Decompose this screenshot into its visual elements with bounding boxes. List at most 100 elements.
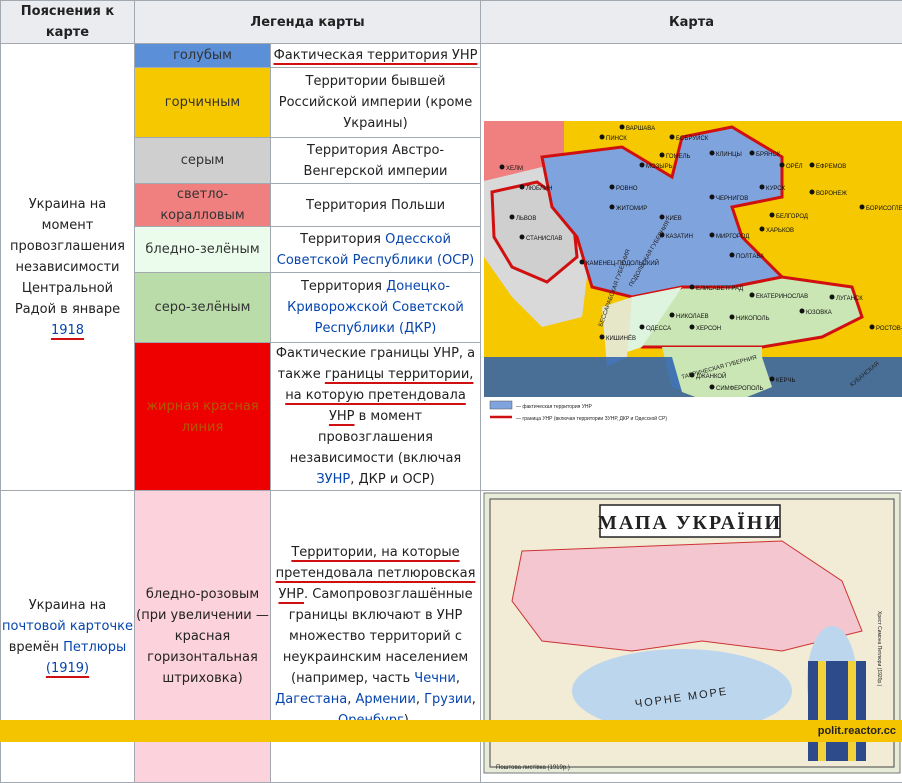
city-dot bbox=[599, 334, 604, 339]
city-dot bbox=[639, 162, 644, 167]
city-dot bbox=[759, 226, 764, 231]
city-dot bbox=[809, 189, 814, 194]
city-dot bbox=[579, 259, 584, 264]
legend-color-blue: голубым bbox=[135, 44, 271, 68]
city-dot bbox=[749, 292, 754, 297]
city-label: ЛЬВОВ bbox=[516, 216, 536, 222]
city-label: ПИНСК bbox=[606, 136, 627, 142]
legend-color-grey: серым bbox=[135, 138, 271, 184]
year-1919-link[interactable]: (1919) bbox=[46, 661, 89, 676]
city-label: ЮЗОВКА bbox=[806, 310, 832, 316]
city-dot bbox=[799, 308, 804, 313]
city-dot bbox=[769, 376, 774, 381]
city-dot bbox=[639, 324, 644, 329]
header-legend: Легенда карты bbox=[135, 1, 481, 44]
city-dot bbox=[709, 150, 714, 155]
city-dot bbox=[709, 232, 714, 237]
city-dot bbox=[769, 212, 774, 217]
city-dot bbox=[609, 204, 614, 209]
city-label: МОЗЫРЬ bbox=[646, 164, 673, 170]
legend-desc-grey: Территория Австро-Венгерской империи bbox=[271, 138, 481, 184]
explanation-1918: Украина на момент провозглашения независ… bbox=[1, 44, 135, 491]
city-dot bbox=[509, 214, 514, 219]
city-label: РОСТОВ-НА-ДОНУ bbox=[876, 326, 902, 332]
legend-color-mustard: горчичным bbox=[135, 68, 271, 138]
city-dot bbox=[779, 162, 784, 167]
city-dot bbox=[659, 214, 664, 219]
city-label: КИШИНЁВ bbox=[606, 335, 636, 342]
city-label: ПОЛТАВА bbox=[736, 254, 764, 260]
armenia-link[interactable]: Армении bbox=[355, 692, 415, 707]
legend-color-coral: светло-коралловым bbox=[135, 184, 271, 227]
city-label: КЕРЧЬ bbox=[776, 378, 795, 384]
city-dot bbox=[619, 124, 624, 129]
map-legend-2: — граница УНР (включая территории ЗУНР, … bbox=[516, 415, 667, 422]
city-dot bbox=[829, 294, 834, 299]
chechnya-link[interactable]: Чечни bbox=[414, 671, 456, 686]
legend-desc-mustard: Территории бывшей Российской империи (кр… bbox=[271, 68, 481, 138]
legend-desc-palegreen: Территория Одесской Советской Республики… bbox=[271, 227, 481, 273]
postcard-link[interactable]: почтовой карточке bbox=[2, 619, 133, 634]
watermark: polit.reactor.cc bbox=[0, 720, 902, 742]
legend-color-greygreen: серо-зелёным bbox=[135, 273, 271, 343]
city-label: КАЗАТИН bbox=[666, 234, 693, 240]
map-legend-1: — фактическая территория УНР bbox=[516, 404, 593, 410]
city-dot bbox=[709, 384, 714, 389]
legend-table: Пояснения к карте Легенда карты Карта Ук… bbox=[0, 0, 902, 783]
city-label: БРЯНСК bbox=[756, 152, 781, 158]
city-label: ГОМЕЛЬ bbox=[666, 154, 691, 160]
city-label: КЛИНЦЫ bbox=[716, 152, 742, 158]
city-dot bbox=[809, 162, 814, 167]
petliura-link[interactable]: Петлюры bbox=[63, 640, 126, 655]
legend-color-redline: жирная красная линия bbox=[135, 343, 271, 491]
city-label: СИМФЕРОПОЛЬ bbox=[716, 386, 764, 392]
year-1918-link[interactable]: 1918 bbox=[51, 323, 84, 338]
city-dot bbox=[759, 184, 764, 189]
city-dot bbox=[659, 152, 664, 157]
map-1919-title: МАПА УКРАЇНИ bbox=[598, 511, 782, 534]
legend-desc-redline: Фактические границы УНР, а также границы… bbox=[271, 343, 481, 491]
header-map: Карта bbox=[481, 1, 902, 44]
legend-desc-blue: Фактическая территория УНР bbox=[271, 44, 481, 68]
city-dot bbox=[499, 164, 504, 169]
header-row: Пояснения к карте Легенда карты Карта bbox=[1, 1, 902, 44]
dagestan-link[interactable]: Дагестана bbox=[275, 692, 347, 707]
legend-desc-coral: Территория Польши bbox=[271, 184, 481, 227]
city-label: ВОРОНЕЖ bbox=[816, 191, 847, 197]
city-dot bbox=[859, 204, 864, 209]
city-dot bbox=[729, 314, 734, 319]
city-label: ЕКАТЕРИНОСЛАВ bbox=[756, 294, 808, 300]
city-dot bbox=[609, 184, 614, 189]
city-dot bbox=[689, 284, 694, 289]
city-dot bbox=[729, 252, 734, 257]
city-label: КИЕВ bbox=[666, 216, 682, 222]
city-label: ЛУГАНСК bbox=[836, 296, 863, 302]
city-label: ЖИТОМИР bbox=[616, 206, 647, 212]
city-dot bbox=[669, 312, 674, 317]
city-label: БЕЛГОРОД bbox=[776, 214, 808, 220]
city-label: ЕЛИСАВЕТГРАД bbox=[696, 286, 743, 292]
city-label: СТАНИСЛАВ bbox=[526, 236, 562, 242]
city-label: ЧЕРНИГОВ bbox=[716, 196, 748, 202]
city-dot bbox=[599, 134, 604, 139]
city-label: БОРИСОГЛЕБСК bbox=[866, 206, 902, 212]
city-label: МИРГОРОД bbox=[716, 234, 749, 240]
map-1919-caption: Поштова листівка (1919р.) bbox=[496, 765, 570, 771]
city-dot bbox=[709, 194, 714, 199]
city-label: ЕФРЕМОВ bbox=[816, 164, 846, 170]
city-label: ХАРЬКОВ bbox=[766, 228, 794, 234]
city-label: НИКОПОЛЬ bbox=[736, 316, 770, 322]
city-label: ОРЁЛ bbox=[786, 163, 803, 170]
header-explanations: Пояснения к карте bbox=[1, 1, 135, 44]
map-1918-image: — фактическая территория УНР — граница У… bbox=[482, 57, 902, 471]
map-1919-side: Хрест Симона Петлюри (1920р.) bbox=[876, 611, 882, 687]
georgia-link[interactable]: Грузии bbox=[424, 692, 472, 707]
city-label: ВАРШАВА bbox=[626, 126, 655, 132]
city-label: ХЕРСОН bbox=[696, 326, 721, 332]
city-label: НИКОЛАЕВ bbox=[676, 314, 709, 320]
city-label: ОДЕССА bbox=[646, 326, 671, 332]
zunr-link[interactable]: ЗУНР bbox=[316, 472, 350, 487]
city-dot bbox=[869, 324, 874, 329]
legend-color-palegreen: бледно-зелёным bbox=[135, 227, 271, 273]
city-label: БОБРУЙСК bbox=[676, 134, 709, 142]
